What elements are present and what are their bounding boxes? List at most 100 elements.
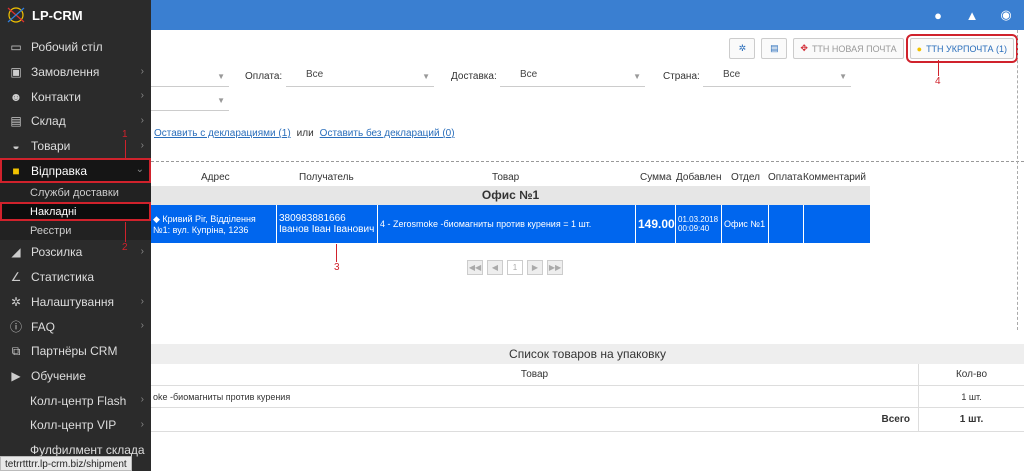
declaration-links: Оставить с декларациями (1) или Оставить б… [154, 128, 455, 139]
chevron-right-icon: › [140, 115, 144, 127]
packing-list-total: Всего 1 шт. [151, 408, 1024, 432]
pager: ◀◀ ◀ 1 ▶ ▶▶ [467, 260, 563, 275]
chevron-right-icon: › [140, 90, 144, 102]
topbar-icons: ● ▲ ◉ [930, 7, 1014, 23]
ttn-nova-poshta-label: ТТН НОВАЯ ПОЧТА [811, 43, 897, 54]
delivery-select[interactable]: Все ▼ [500, 69, 645, 87]
cell-dept: Офис №1 [722, 205, 769, 243]
table-row[interactable]: ◆ Кривий Ріг, Відділення №1: вул. Купрін… [151, 205, 870, 243]
nova-poshta-icon: ✥ [800, 43, 808, 53]
support-icon[interactable]: ◉ [998, 7, 1014, 23]
sidebar-item-desktop[interactable]: ▭ Робочий стіл [0, 35, 151, 60]
keep-without-declarations-link[interactable]: Оставить без деклараций (0) [320, 128, 455, 139]
topbar: ● ▲ ◉ [151, 0, 1024, 30]
sidebar-subitem-invoices[interactable]: Накладні [0, 202, 151, 222]
sidebar-item-shipping[interactable]: ■ Відправка ⌄ [0, 158, 151, 184]
cell-payment [769, 205, 804, 243]
sidebar-item-warehouse[interactable]: ▤ Склад › [0, 109, 151, 134]
packing-list-header: Товар Кол-во [151, 364, 1024, 386]
total-qty: 1 шт. [959, 414, 984, 425]
sidebar-item-label: Робочий стіл [31, 40, 103, 55]
sidebar-item-label: Колл-центр Flash [30, 393, 127, 408]
sidebar-item-label: Фулфилмент склада [30, 442, 145, 457]
or-text: или [296, 128, 314, 139]
video-icon: ▶ [11, 368, 21, 383]
sidebar-item-label: Контакти [31, 89, 81, 104]
caret-down-icon: ▼ [422, 72, 430, 81]
chevron-down-icon: ⌄ [135, 164, 144, 176]
sidebar-item-settings[interactable]: ✲ Налаштування › [0, 290, 151, 315]
sidebar-item-training[interactable]: ▶ Обучение [0, 364, 151, 389]
chevron-right-icon: › [140, 295, 144, 307]
divider [151, 161, 1024, 162]
packing-list-row: oke -биомагниты против курения 1 шт. [151, 386, 1024, 408]
sidebar-item-partners[interactable]: ⧉ Партнёры CRM [0, 339, 151, 364]
print-icon: ▤ [770, 43, 779, 53]
annotation-arrow-2 [125, 222, 126, 242]
last-page-button[interactable]: ▶▶ [547, 260, 563, 275]
col-address: Адрес [201, 172, 230, 183]
col-product: Товар [492, 172, 520, 183]
sidebar-subitem-registers[interactable]: Реєстри [0, 221, 151, 241]
user-icon[interactable]: ● [930, 7, 946, 23]
packing-list-title: Список товаров на упаковку [151, 344, 1024, 364]
handshake-icon: ⧉ [11, 343, 21, 358]
sidebar-item-label: Статистика [31, 270, 95, 285]
country-value: Все [723, 69, 741, 80]
payment-label: Оплата: [245, 71, 283, 82]
caret-down-icon: ▼ [217, 96, 225, 105]
bell-icon[interactable]: ▲ [964, 7, 980, 23]
filter-select-2[interactable]: ▼ [151, 93, 229, 111]
sidebar-item-label: Налаштування [31, 294, 114, 309]
truck-icon: ■ [12, 163, 20, 178]
map-marker-icon: ◆ [153, 213, 163, 224]
table-header: Адрес Получатель Товар Сумма Добавлен От… [151, 170, 870, 187]
sidebar-item-callcenter-flash[interactable]: Колл-центр Flash › [0, 388, 151, 413]
sidebar-item-contacts[interactable]: ☻ Контакти › [0, 84, 151, 109]
sidebar-item-callcenter-vip[interactable]: Колл-центр VIP › [0, 413, 151, 438]
sidebar-item-faq[interactable]: ⓘ FAQ › [0, 314, 151, 339]
item-qty: 1 шт. [961, 392, 982, 402]
sidebar-item-label: FAQ [31, 319, 56, 334]
filter-select-1[interactable]: ▼ [151, 69, 229, 87]
caret-down-icon: ▼ [217, 72, 225, 81]
sidebar-item-orders[interactable]: ▣ Замовлення › [0, 60, 151, 85]
chevron-right-icon: › [140, 65, 144, 77]
country-select[interactable]: Все ▼ [703, 69, 851, 87]
annotation-arrow-1 [125, 140, 126, 160]
sidebar-item-products[interactable]: ◒ Товари › [0, 134, 151, 159]
sidebar-item-label: Склад [31, 114, 66, 129]
page-number[interactable]: 1 [507, 260, 523, 275]
address-line1: ◆ Кривий Ріг, Відділення [153, 214, 274, 225]
col-added: Добавлен [676, 172, 722, 183]
gear-icon: ✲ [738, 43, 747, 53]
info-icon: ⓘ [9, 320, 22, 335]
col-payment: Оплата [768, 172, 803, 183]
annotation-2: 2 [122, 242, 128, 253]
prev-page-button[interactable]: ◀ [487, 260, 503, 275]
sidebar-subitem-delivery-services[interactable]: Служби доставки [0, 183, 151, 203]
ttn-ukrposhta-label: ТТН УКРПОЧТА (1) [926, 43, 1007, 54]
logo[interactable]: LP-CRM [0, 0, 151, 30]
sidebar: LP-CRM ▭ Робочий стіл ▣ Замовлення › ☻ Конта… [0, 0, 151, 471]
sidebar-nav: ▭ Робочий стіл ▣ Замовлення › ☻ Контакти › ▤ С… [0, 35, 151, 462]
sidebar-item-label: Обучение [31, 368, 86, 383]
ukrposhta-icon: ● [916, 43, 923, 54]
settings-button[interactable]: ✲ [729, 38, 756, 59]
keep-with-declarations-link[interactable]: Оставить с декларациями (1) [154, 128, 291, 139]
ttn-ukrposhta-button[interactable]: ● ТТН УКРПОЧТА (1) [905, 34, 1019, 63]
sidebar-item-statistics[interactable]: ∠ Статистика [0, 265, 151, 290]
print-button[interactable]: ▤ [761, 38, 788, 59]
first-page-button[interactable]: ◀◀ [467, 260, 483, 275]
added-time: 00:09:40 [678, 224, 710, 233]
payment-select[interactable]: Все ▼ [286, 69, 434, 87]
ttn-nova-poshta-button[interactable]: ✥ ТТН НОВАЯ ПОЧТА [793, 38, 904, 59]
col-recipient: Получатель [299, 172, 354, 183]
payment-value: Все [306, 69, 324, 80]
packing-list: Список товаров на упаковку Товар Кол-во … [151, 344, 1024, 432]
caret-down-icon: ▼ [633, 72, 641, 81]
next-page-button[interactable]: ▶ [527, 260, 543, 275]
recipient-name: Іванов Іван Іванович [279, 224, 375, 235]
sidebar-item-mailing[interactable]: ◢ Розсилка › [0, 240, 151, 265]
logo-text: LP-CRM [32, 7, 83, 23]
